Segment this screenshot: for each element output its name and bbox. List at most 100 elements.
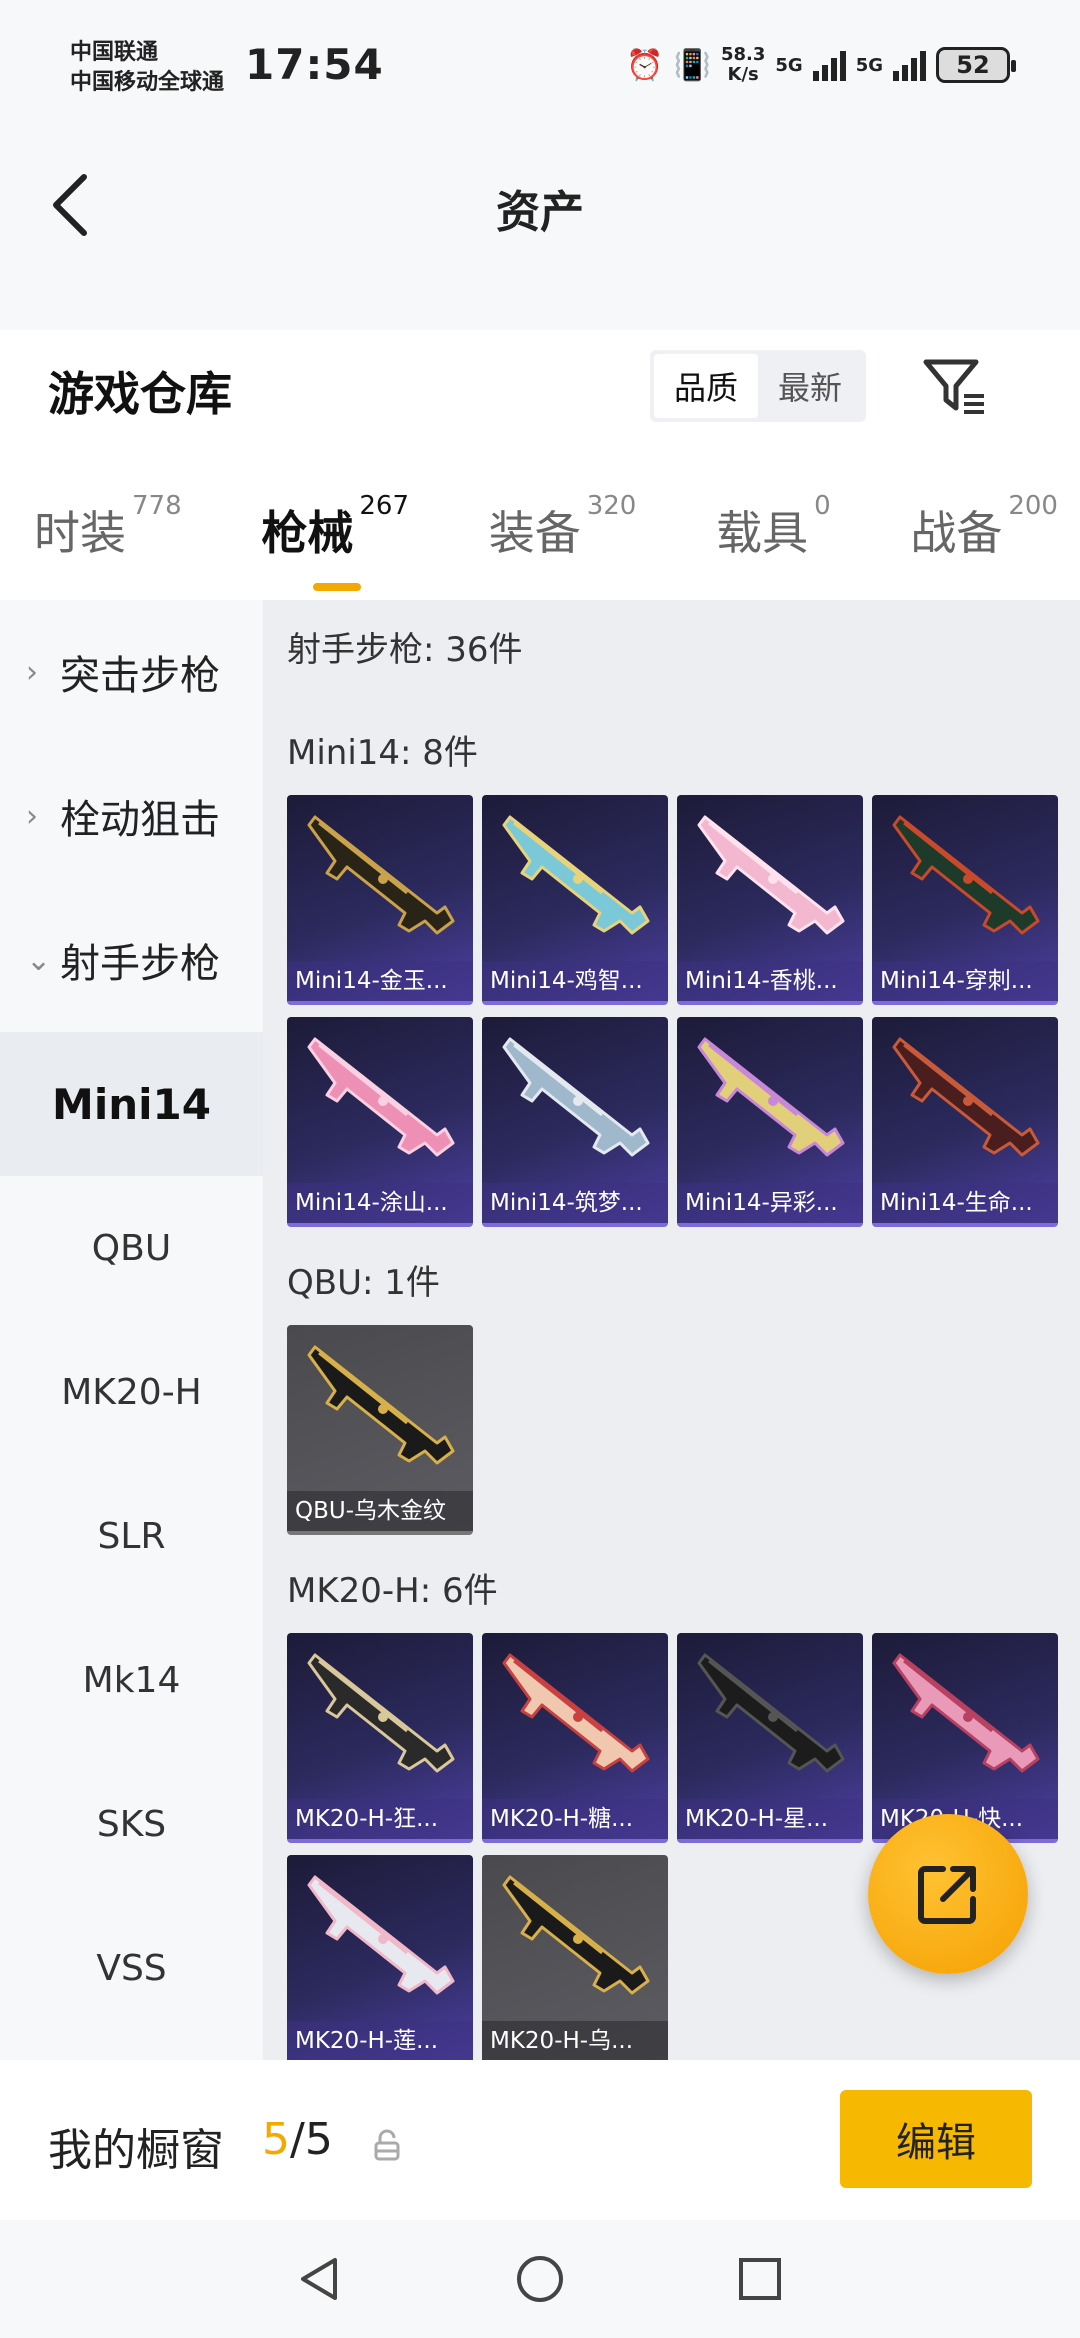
tab-equipment[interactable]: 装备 320 bbox=[489, 491, 637, 563]
sidebar-item-mk14[interactable]: Mk14 bbox=[0, 1608, 263, 1752]
vibrate-icon: 📳 bbox=[673, 47, 711, 83]
weapon-image bbox=[502, 815, 650, 935]
weapon-name: MK20-H-莲... bbox=[287, 2021, 473, 2060]
status-icons: ⏰ 📳 58.3 K/s 5G 5G 52 bbox=[626, 44, 1016, 85]
showcase-count: 5/5 bbox=[262, 2114, 333, 2165]
weapon-image bbox=[307, 1345, 455, 1465]
category-tabs: 时装 778 枪械 267 装备 320 载具 0 战备 200 bbox=[0, 460, 1080, 600]
nav-back-icon[interactable] bbox=[290, 2249, 350, 2309]
weapon-name: Mini14-金玉... bbox=[287, 961, 473, 1001]
weapon-card[interactable]: MK20-H-狂... bbox=[287, 1633, 473, 1843]
weapon-name: Mini14-穿刺... bbox=[872, 961, 1058, 1001]
showcase-bar: 我的橱窗 5/5 编辑 bbox=[0, 2060, 1080, 2220]
system-nav-bar bbox=[0, 2220, 1080, 2338]
title-bar: 资产 bbox=[0, 130, 1080, 280]
sidebar-item-sks[interactable]: SKS bbox=[0, 1752, 263, 1896]
weapon-name: MK20-H-乌... bbox=[482, 2021, 668, 2060]
weapon-name: Mini14-生命... bbox=[872, 1183, 1058, 1223]
category-count-header: 射手步枪: 36件 bbox=[287, 630, 523, 670]
nav-home-icon[interactable] bbox=[510, 2249, 570, 2309]
sort-toggle: 品质 最新 bbox=[650, 350, 866, 422]
weapon-card[interactable]: MK20-H-莲... bbox=[287, 1855, 473, 2060]
share-icon bbox=[918, 1866, 976, 1924]
active-tab-indicator bbox=[313, 583, 362, 591]
weapon-name: Mini14-香桃... bbox=[677, 961, 863, 1001]
weapon-name: QBU-乌木金纹 bbox=[287, 1491, 473, 1531]
sidebar-item-qbu[interactable]: QBU bbox=[0, 1176, 263, 1320]
tab-gear[interactable]: 战备 200 bbox=[910, 491, 1058, 563]
weapon-card[interactable]: Mini14-涂山... bbox=[287, 1017, 473, 1227]
weapon-name: Mini14-异彩... bbox=[677, 1183, 863, 1223]
weapon-name: MK20-H-狂... bbox=[287, 1799, 473, 1839]
sidebar-item-mini14[interactable]: Mini14 bbox=[0, 1032, 263, 1176]
weapon-image bbox=[502, 1037, 650, 1157]
warehouse-header: 游戏仓库 品质 最新 bbox=[0, 330, 1080, 460]
signal-icon bbox=[812, 49, 846, 81]
weapon-image bbox=[697, 1653, 845, 1773]
alarm-icon: ⏰ bbox=[626, 47, 664, 83]
weapon-image bbox=[502, 1653, 650, 1773]
weapon-name: MK20-H-糖... bbox=[482, 1799, 668, 1839]
weapon-card[interactable]: QBU-乌木金纹 bbox=[287, 1325, 473, 1535]
weapon-card[interactable]: MK20-H-星... bbox=[677, 1633, 863, 1843]
weapon-card[interactable]: MK20-H-乌... bbox=[482, 1855, 668, 2060]
share-button[interactable] bbox=[868, 1814, 1028, 1974]
weapon-image bbox=[892, 1653, 1040, 1773]
weapon-card[interactable]: MK20-H-快... bbox=[872, 1633, 1058, 1843]
weapon-type-sidebar: › 突击步枪 › 栓动狙击 ⌄ 射手步枪 Mini14 QBU MK20-H S… bbox=[0, 600, 263, 2060]
chevron-right-icon: › bbox=[26, 798, 38, 834]
weapon-name: Mini14-筑梦... bbox=[482, 1183, 668, 1223]
weapon-card[interactable]: Mini14-生命... bbox=[872, 1017, 1058, 1227]
carrier-info: 中国联通 中国移动全球通 bbox=[70, 38, 224, 98]
status-time: 17:54 bbox=[245, 40, 384, 89]
sidebar-item-mk20h[interactable]: MK20-H bbox=[0, 1320, 263, 1464]
weapon-card[interactable]: Mini14-穿刺... bbox=[872, 795, 1058, 1005]
nav-recents-icon[interactable] bbox=[730, 2249, 790, 2309]
weapon-image bbox=[697, 1037, 845, 1157]
section-header-mini14: Mini14: 8件 bbox=[287, 733, 478, 773]
chevron-down-icon: ⌄ bbox=[26, 942, 52, 978]
weapon-card[interactable]: Mini14-筑梦... bbox=[482, 1017, 668, 1227]
tab-vehicles[interactable]: 载具 0 bbox=[716, 491, 831, 563]
weapon-card[interactable]: Mini14-异彩... bbox=[677, 1017, 863, 1227]
carrier-1: 中国联通 bbox=[70, 40, 159, 65]
edit-button[interactable]: 编辑 bbox=[840, 2090, 1032, 2188]
weapon-image bbox=[307, 1653, 455, 1773]
network-type-1: 5G bbox=[775, 54, 803, 76]
sort-newest-button[interactable]: 最新 bbox=[758, 354, 862, 418]
sort-quality-button[interactable]: 品质 bbox=[654, 354, 758, 418]
weapon-image bbox=[892, 815, 1040, 935]
sidebar-group-marksman-rifle[interactable]: ⌄ 射手步枪 bbox=[0, 888, 263, 1032]
weapon-image bbox=[502, 1875, 650, 1995]
weapon-image bbox=[307, 815, 455, 935]
section-header-qbu: QBU: 1件 bbox=[287, 1263, 440, 1303]
filter-icon[interactable] bbox=[920, 352, 990, 422]
warehouse-title: 游戏仓库 bbox=[48, 367, 232, 421]
sidebar-group-assault-rifle[interactable]: › 突击步枪 bbox=[0, 600, 263, 744]
battery-icon: 52 bbox=[936, 47, 1016, 83]
sidebar-item-slr[interactable]: SLR bbox=[0, 1464, 263, 1608]
sidebar-item-vss[interactable]: VSS bbox=[0, 1896, 263, 2040]
weapon-name: Mini14-鸡智... bbox=[482, 961, 668, 1001]
section-header-mk20h: MK20-H: 6件 bbox=[287, 1571, 498, 1611]
status-bar: 中国联通 中国移动全球通 17:54 ⏰ 📳 58.3 K/s 5G 5G 52 bbox=[0, 0, 1080, 130]
weapon-card[interactable]: Mini14-鸡智... bbox=[482, 795, 668, 1005]
carrier-2: 中国移动全球通 bbox=[70, 70, 225, 95]
weapon-image bbox=[697, 815, 845, 935]
weapon-image bbox=[307, 1875, 455, 1995]
weapon-card[interactable]: MK20-H-糖... bbox=[482, 1633, 668, 1843]
weapon-image bbox=[892, 1037, 1040, 1157]
tab-fashion[interactable]: 时装 778 bbox=[34, 491, 182, 563]
lock-icon bbox=[372, 2128, 402, 2162]
signal-icon bbox=[893, 49, 926, 81]
weapon-name: MK20-H-星... bbox=[677, 1799, 863, 1839]
chevron-right-icon: › bbox=[26, 654, 38, 690]
tab-firearms[interactable]: 枪械 267 bbox=[261, 491, 409, 591]
sidebar-group-bolt-sniper[interactable]: › 栓动狙击 bbox=[0, 744, 263, 888]
weapon-name: Mini14-涂山... bbox=[287, 1183, 473, 1223]
weapon-card[interactable]: Mini14-金玉... bbox=[287, 795, 473, 1005]
showcase-label: 我的橱窗 bbox=[48, 2125, 224, 2176]
weapon-image bbox=[307, 1037, 455, 1157]
weapon-card[interactable]: Mini14-香桃... bbox=[677, 795, 863, 1005]
network-speed: 58.3 K/s bbox=[720, 44, 766, 85]
